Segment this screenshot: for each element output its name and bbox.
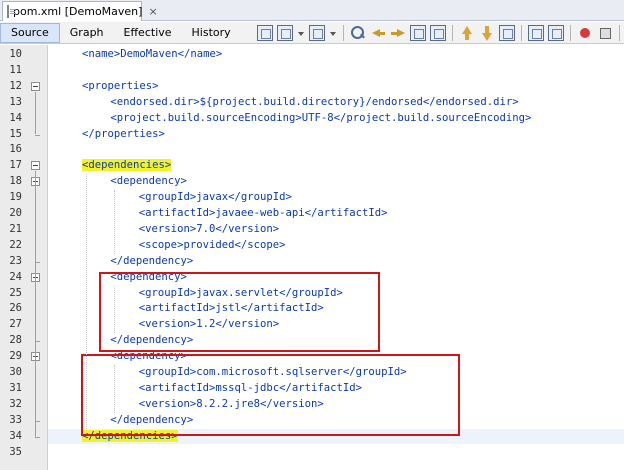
record-macro-icon[interactable] [577, 25, 593, 41]
tab-source[interactable]: Source [0, 22, 60, 43]
file-tab-title: pom.xml [DemoMaven] [13, 5, 143, 18]
line-number: 30 [9, 366, 22, 378]
next-bookmark-icon[interactable] [479, 25, 495, 41]
toolbar-separator [342, 24, 344, 41]
fold-guide [35, 282, 36, 342]
toolbar-icon-group [255, 24, 624, 41]
fold-guide-end [35, 436, 40, 438]
line-number: 12 [9, 79, 22, 92]
code-line: <groupId>javax</groupId> [138, 191, 292, 204]
line-number: 14 [9, 111, 22, 124]
code-line: </properties> [82, 127, 165, 140]
forward-icon[interactable] [308, 24, 325, 41]
indent-guide [114, 365, 116, 413]
code-line: <endorsed.dir>${project.build.directory}… [110, 95, 519, 108]
fold-guide-end [35, 420, 40, 422]
line-number: 19 [9, 191, 22, 204]
editor-toolbar: Source Graph Effective History [0, 22, 624, 44]
toolbar-separator [520, 24, 522, 41]
line-number: 35 [9, 445, 22, 458]
fold-guide [35, 91, 36, 135]
code-line: <scope>provided</scope> [138, 238, 286, 251]
tab-graph[interactable]: Graph [60, 22, 114, 44]
annotation-box-jstl-dependency [99, 272, 380, 352]
tab-history[interactable]: History [182, 22, 241, 44]
code-line: <properties> [82, 79, 159, 92]
code-line: <name>DemoMaven</name> [82, 48, 223, 60]
line-number: 23 [9, 254, 22, 267]
file-tab-pom-xml[interactable]: pom.xml [DemoMaven] × [2, 1, 158, 21]
line-number: 11 [9, 63, 22, 76]
line-number: 34 [9, 429, 22, 442]
shift-right-icon[interactable] [547, 24, 564, 41]
fold-guide-end [35, 134, 40, 136]
code-line: <version>7.0</version> [138, 222, 280, 235]
line-number: 20 [9, 207, 22, 219]
line-number: 22 [9, 238, 22, 251]
xml-file-icon [7, 5, 15, 18]
line-number: 17 [9, 159, 22, 172]
prev-bookmark-icon[interactable] [459, 25, 475, 41]
code-line: <project.build.sourceEncoding>UTF-8</pro… [110, 111, 532, 124]
history-icon[interactable] [256, 24, 273, 41]
indent-guide [114, 190, 116, 254]
line-number: 27 [9, 318, 22, 331]
fold-guide-end [35, 261, 40, 263]
line-number: 33 [9, 413, 22, 426]
code-line: </dependency> [110, 254, 194, 267]
line-number: 29 [9, 350, 22, 363]
chevron-down-icon[interactable] [329, 25, 337, 41]
fold-guide [35, 362, 36, 421]
back-icon[interactable] [276, 24, 293, 41]
toolbar-separator [569, 24, 571, 41]
stop-macro-icon[interactable] [597, 25, 613, 41]
line-number: 26 [9, 302, 22, 315]
code-line: <artifactId>javaee-web-api</artifactId> [138, 207, 388, 219]
editor-tab-strip: pom.xml [DemoMaven] × [0, 0, 624, 21]
close-tab-icon[interactable]: × [148, 5, 157, 18]
indent-guide [114, 285, 116, 334]
fold-guide-end [35, 341, 40, 343]
toolbar-separator [618, 24, 620, 41]
line-number: 21 [9, 222, 22, 235]
code-line: <dependencies> [82, 159, 172, 172]
line-number: 31 [9, 381, 22, 394]
line-number: 10 [9, 48, 22, 60]
tab-effective[interactable]: Effective [114, 22, 182, 44]
find-icon[interactable] [350, 25, 366, 41]
indent-guide [86, 174, 87, 429]
line-number: 24 [9, 270, 22, 283]
toolbar-separator [451, 24, 453, 41]
chevron-down-icon[interactable] [297, 25, 305, 41]
line-number: 16 [9, 143, 22, 156]
annotation-box-mssql-dependency [81, 354, 460, 436]
line-number: 32 [9, 397, 22, 410]
toggle-bookmark-icon[interactable] [429, 24, 446, 41]
line-number: 15 [9, 127, 22, 140]
line-number: 13 [9, 95, 22, 108]
fold-toggle-icon[interactable] [31, 81, 40, 91]
fold-guide [35, 187, 36, 262]
code-editor[interactable]: <name>DemoMaven</name> <properties> <endor… [0, 45, 624, 470]
toggle-highlight-icon[interactable] [409, 24, 426, 41]
line-number: 28 [9, 334, 22, 347]
toggle-bookmark-list-icon[interactable] [498, 24, 515, 41]
line-number: 25 [9, 286, 22, 299]
fold-toggle-icon[interactable] [31, 161, 40, 171]
code-line: <dependency> [110, 175, 187, 188]
find-next-icon[interactable] [390, 25, 406, 41]
shift-left-icon[interactable] [527, 24, 544, 41]
find-prev-icon[interactable] [370, 25, 386, 41]
line-number: 18 [9, 175, 22, 188]
